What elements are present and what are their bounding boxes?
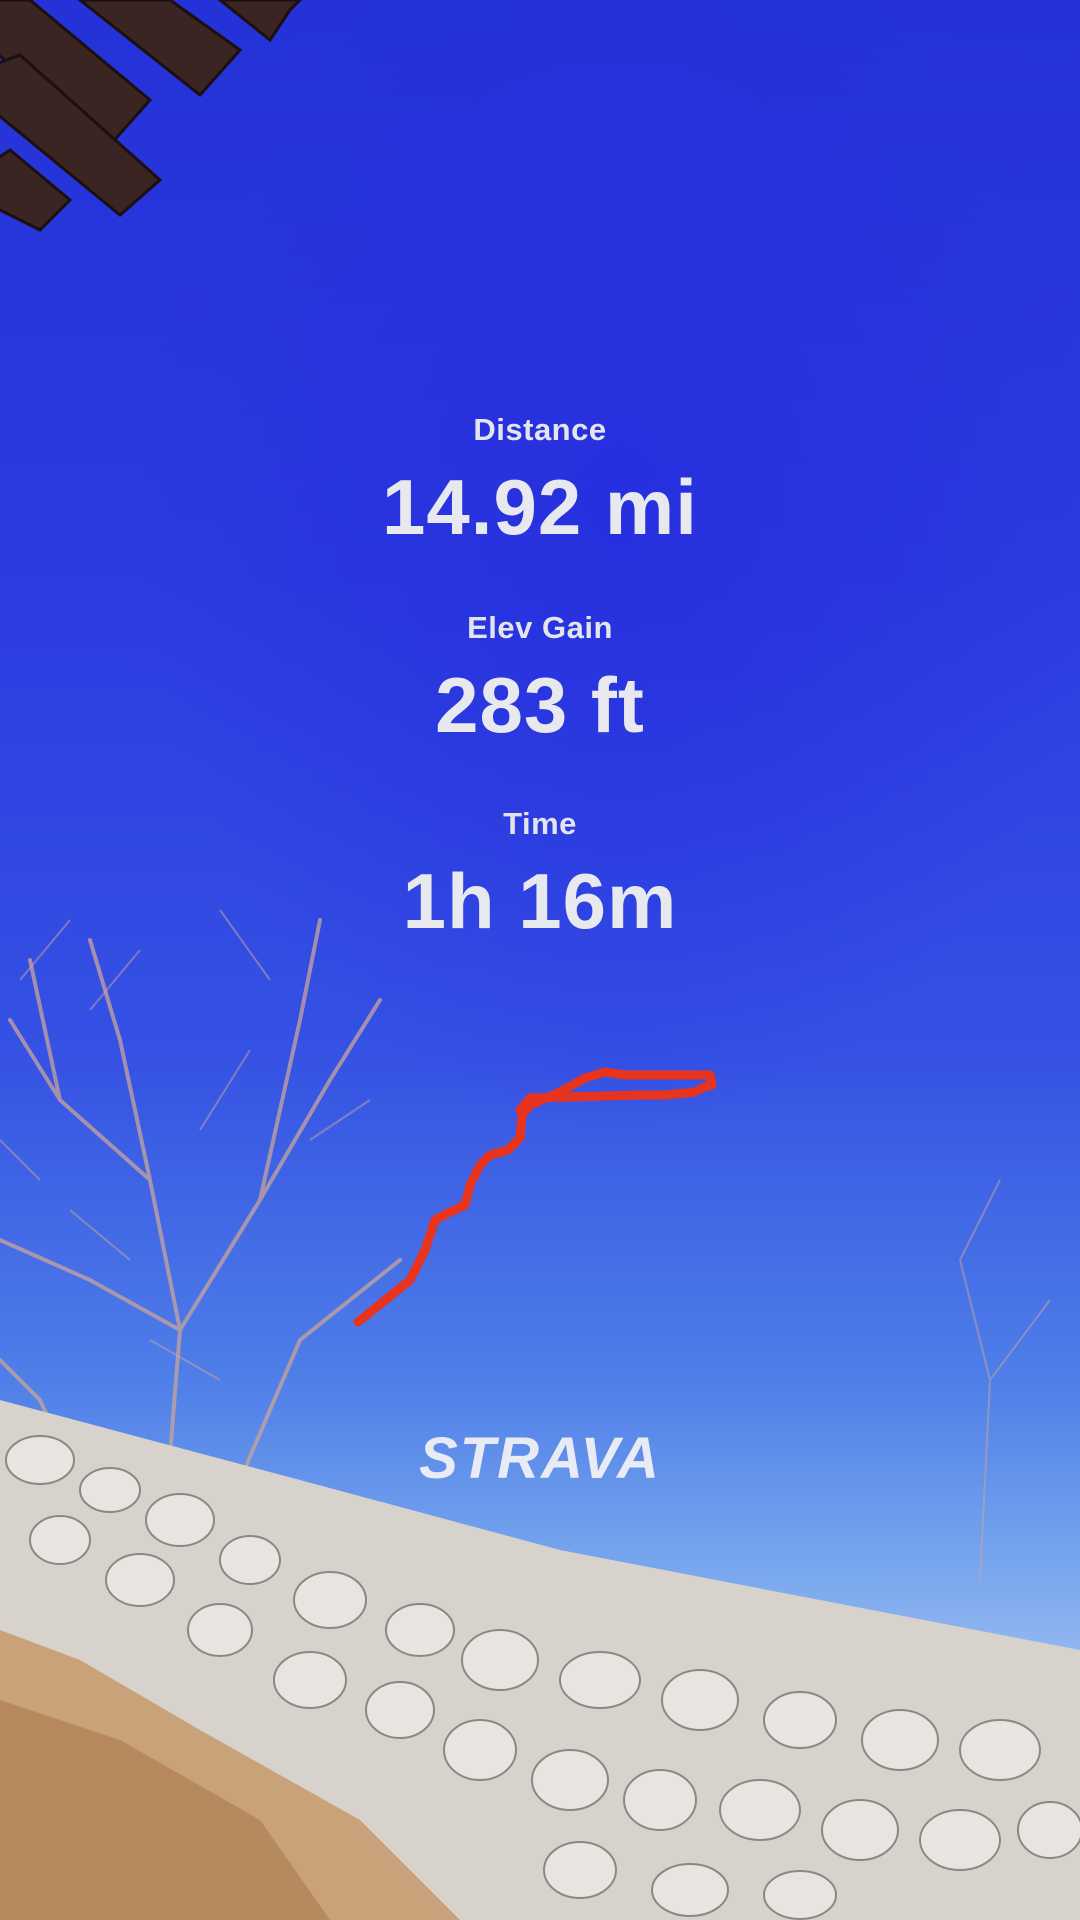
elevation-gain-value: 283 ft	[435, 661, 645, 749]
route-map-trace	[353, 1067, 717, 1327]
time-label: Time	[503, 806, 577, 841]
distance-value: 14.92 mi	[382, 463, 698, 551]
photo-background	[0, 0, 1080, 1920]
route-line	[353, 1067, 717, 1327]
elevation-gain-label: Elev Gain	[467, 610, 613, 645]
distance-label: Distance	[473, 412, 607, 447]
pergola-beams	[0, 0, 303, 232]
time-value: 1h 16m	[402, 857, 678, 945]
strava-logo: STRAVA	[419, 1426, 661, 1491]
